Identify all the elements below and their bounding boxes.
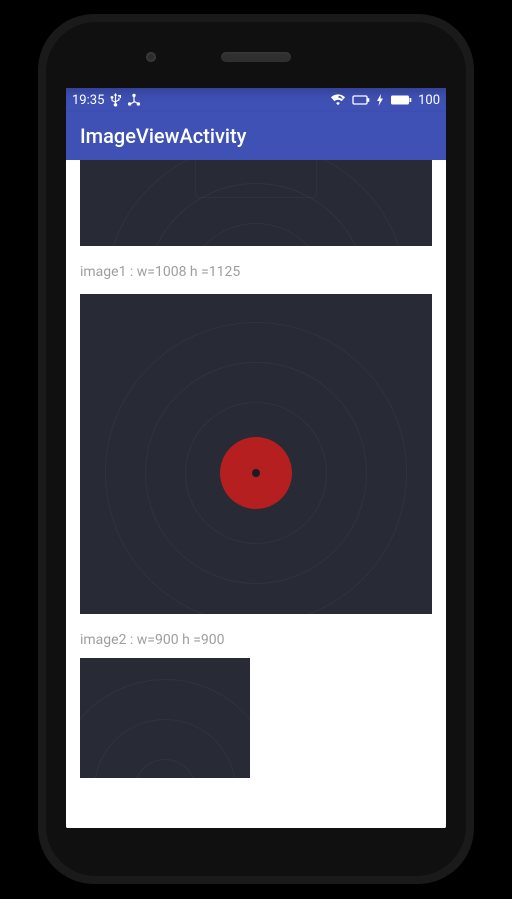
bolt-icon <box>376 94 384 106</box>
phone-bezel: 19:35 <box>46 22 466 876</box>
front-camera <box>146 52 156 62</box>
status-time: 19:35 <box>72 94 104 107</box>
wifi-icon <box>330 94 346 106</box>
image-label-1: image1 : w=1008 h =1125 <box>80 264 432 280</box>
image-panel-0 <box>80 160 432 246</box>
image-label-2: image2 : w=900 h =900 <box>80 632 432 648</box>
record-icon <box>220 437 292 509</box>
battery-percent: 100 <box>418 94 440 107</box>
usb-icon <box>110 93 121 107</box>
screen[interactable]: 19:35 <box>66 88 446 828</box>
speaker-grille <box>221 52 291 62</box>
app-title: ImageViewActivity <box>80 124 246 148</box>
app-bar: ImageViewActivity <box>66 112 446 160</box>
share-icon <box>127 93 141 107</box>
image-panel-2 <box>80 658 250 778</box>
battery-outline-icon <box>352 94 370 106</box>
status-bar: 19:35 <box>66 88 446 112</box>
battery-icon <box>390 94 412 106</box>
phone-body: 19:35 <box>38 14 474 884</box>
content-scroll[interactable]: image1 : w=1008 h =1125 image2 : w=900 h… <box>66 160 446 828</box>
image-panel-1 <box>80 294 432 614</box>
